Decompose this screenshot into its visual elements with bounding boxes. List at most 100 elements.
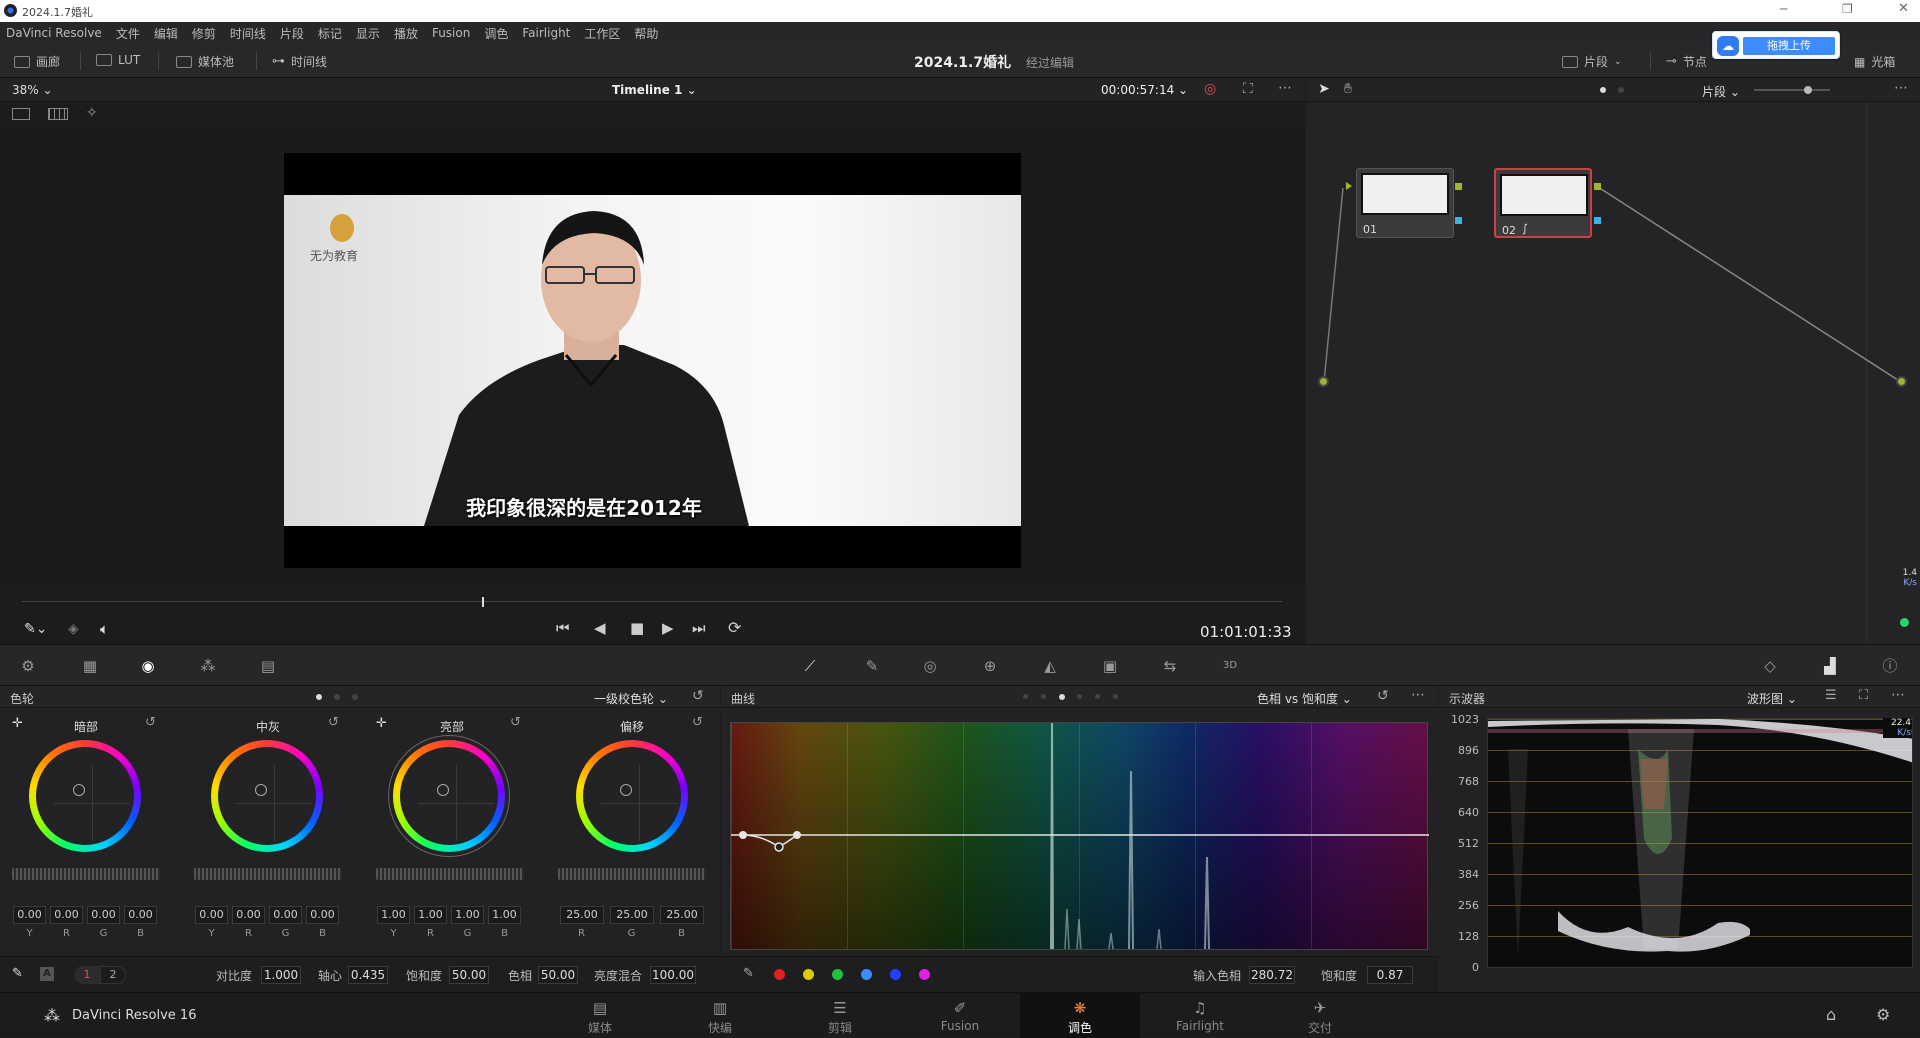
menu-item[interactable]: 修剪 [192, 25, 216, 42]
lut-button[interactable]: LUT [96, 53, 140, 67]
stop-icon[interactable]: ■ [630, 619, 644, 637]
pivot-field[interactable]: 0.435 [348, 966, 388, 984]
page-dot-active[interactable] [316, 694, 322, 700]
3d-icon[interactable]: 3D [1220, 657, 1240, 675]
settings-gear-icon[interactable]: ⚙ [1876, 1005, 1890, 1024]
more-options-icon[interactable]: ⋯ [1278, 80, 1292, 96]
info-icon[interactable]: ⓘ [1880, 657, 1900, 675]
loop-icon[interactable]: ⟳ [728, 618, 741, 637]
color-wheel[interactable] [29, 740, 141, 852]
value-field[interactable]: 0.00 [269, 906, 302, 924]
fullscreen-icon[interactable]: ⛶ [1243, 81, 1253, 97]
more-options-icon[interactable]: ⋯ [1411, 687, 1425, 703]
rgb-mixer-icon[interactable]: ⁂ [198, 657, 218, 675]
key-icon[interactable]: ▣ [1100, 657, 1120, 675]
menu-item[interactable]: 文件 [116, 25, 140, 42]
master-wheel-jog[interactable] [194, 868, 342, 880]
page-dot[interactable] [1041, 694, 1046, 699]
timeline-select[interactable]: Timeline 1 ⌄ [612, 83, 697, 97]
page-fairlight[interactable]: ♫ Fairlight [1140, 993, 1260, 1038]
media-pool-button[interactable]: 媒体池 [176, 53, 234, 70]
close-icon[interactable]: ✕ [1898, 1, 1909, 16]
page-dot[interactable] [1618, 87, 1624, 93]
page-dot[interactable] [1113, 694, 1118, 699]
more-options-icon[interactable]: ⋯ [1894, 80, 1908, 96]
node-02[interactable]: 02 ∫ [1494, 168, 1592, 238]
page-dot-active[interactable] [1600, 87, 1606, 93]
clips-button[interactable]: 片段 ⌄ [1562, 53, 1622, 70]
expand-icon[interactable]: ⛶ [1859, 688, 1868, 703]
output-dot[interactable] [1896, 376, 1907, 387]
value-field[interactable]: 0.00 [50, 906, 83, 924]
color-wheel[interactable] [393, 740, 505, 852]
saturation-field[interactable]: 0.87 [1367, 966, 1413, 984]
contrast-field[interactable]: 1.000 [261, 966, 301, 984]
menu-item[interactable]: 播放 [394, 25, 418, 42]
hue-sat-graph[interactable] [730, 722, 1429, 950]
page-dot[interactable] [334, 694, 340, 700]
node-01[interactable]: 01 [1356, 168, 1454, 238]
menu-item[interactable]: 工作区 [584, 25, 620, 42]
node-zoom-slider[interactable] [1754, 89, 1830, 91]
page-cut[interactable]: ▥ 快编 [660, 993, 780, 1038]
go-to-end-icon[interactable]: ⏭︎ [692, 619, 706, 637]
home-icon[interactable]: ⌂ [1826, 1005, 1836, 1024]
value-field[interactable]: 25.00 [610, 906, 654, 924]
red-swatch[interactable] [774, 969, 785, 980]
page-media[interactable]: ▤ 媒体 [540, 993, 660, 1038]
restore-icon[interactable]: ❐ [1842, 2, 1853, 16]
menu-item[interactable]: 时间线 [230, 25, 266, 42]
qualifier-icon[interactable]: ✎ [862, 657, 882, 675]
value-field[interactable]: 1.00 [488, 906, 521, 924]
volume-icon[interactable]: 🔈︎ [100, 620, 109, 638]
menu-item[interactable]: Fairlight [522, 26, 570, 40]
reset-icon[interactable]: ↺ [328, 715, 339, 730]
master-wheel-jog[interactable] [12, 868, 160, 880]
picker-icon[interactable]: ✛ [12, 716, 23, 731]
saturation-field[interactable]: 50.00 [449, 966, 489, 984]
page-edit[interactable]: ☰ 剪辑 [780, 993, 900, 1038]
value-field[interactable]: 0.00 [87, 906, 120, 924]
auto-balance-icon[interactable]: A [40, 967, 54, 981]
page-dot[interactable] [1095, 694, 1100, 699]
lightbox-button[interactable]: ▦ 光箱 [1854, 53, 1895, 70]
node-zoom-handle[interactable] [1804, 86, 1812, 94]
cyan-swatch[interactable] [861, 969, 872, 980]
picker-icon[interactable]: ✎ [743, 966, 754, 981]
picker-icon[interactable]: ✎ [12, 966, 23, 981]
page-tab-1[interactable]: 1 [74, 966, 100, 984]
reset-icon[interactable]: ↺ [692, 715, 703, 730]
menu-item[interactable]: 显示 [356, 25, 380, 42]
color-wheel[interactable] [211, 740, 323, 852]
scopes-icon[interactable]: ▟ [1820, 657, 1840, 675]
gallery-button[interactable]: 画廊 [14, 53, 60, 70]
menu-item[interactable]: 片段 [280, 25, 304, 42]
menu-item[interactable]: 帮助 [634, 25, 658, 42]
menu-item[interactable]: 标记 [318, 25, 342, 42]
scope-settings-icon[interactable]: ☰ [1825, 688, 1837, 703]
curves-icon[interactable]: ⟋ [800, 657, 820, 675]
menu-item[interactable]: DaVinci Resolve [6, 26, 102, 40]
reset-icon[interactable]: ↺ [1377, 688, 1389, 704]
blur-icon[interactable]: ◭ [1040, 657, 1060, 675]
hand-icon[interactable]: ✋︎ [1344, 81, 1352, 97]
page-dot-active[interactable] [1059, 694, 1065, 700]
magic-wand-icon[interactable]: ✧ [86, 105, 98, 121]
eyedropper-icon[interactable]: ✎⌄ [24, 621, 47, 637]
page-color[interactable]: ❋ 调色 [1020, 993, 1140, 1038]
more-options-icon[interactable]: ⋯ [1891, 687, 1905, 703]
value-field[interactable]: 1.00 [377, 906, 410, 924]
layers-icon[interactable]: ◈ [68, 621, 79, 637]
page-dot[interactable] [1077, 694, 1082, 699]
page-tab-2[interactable]: 2 [100, 966, 126, 984]
motion-effects-icon[interactable]: ▤ [258, 657, 278, 675]
scope-mode-select[interactable]: 波形图 ⌄ [1747, 690, 1797, 707]
camera-raw-icon[interactable]: ⚙︎ [18, 657, 38, 675]
step-back-icon[interactable]: ◀︎ [594, 619, 606, 637]
value-field[interactable]: 0.00 [124, 906, 157, 924]
upload-button[interactable]: ☁ 拖拽上传 [1712, 31, 1840, 59]
tracker-icon[interactable]: ⊕ [980, 657, 1000, 675]
reset-icon[interactable]: ↺ [692, 688, 704, 704]
wheels-mode-select[interactable]: 一级校色轮 ⌄ [594, 690, 668, 707]
curve-mode-select[interactable]: 色相 vs 饱和度 ⌄ [1257, 690, 1352, 707]
